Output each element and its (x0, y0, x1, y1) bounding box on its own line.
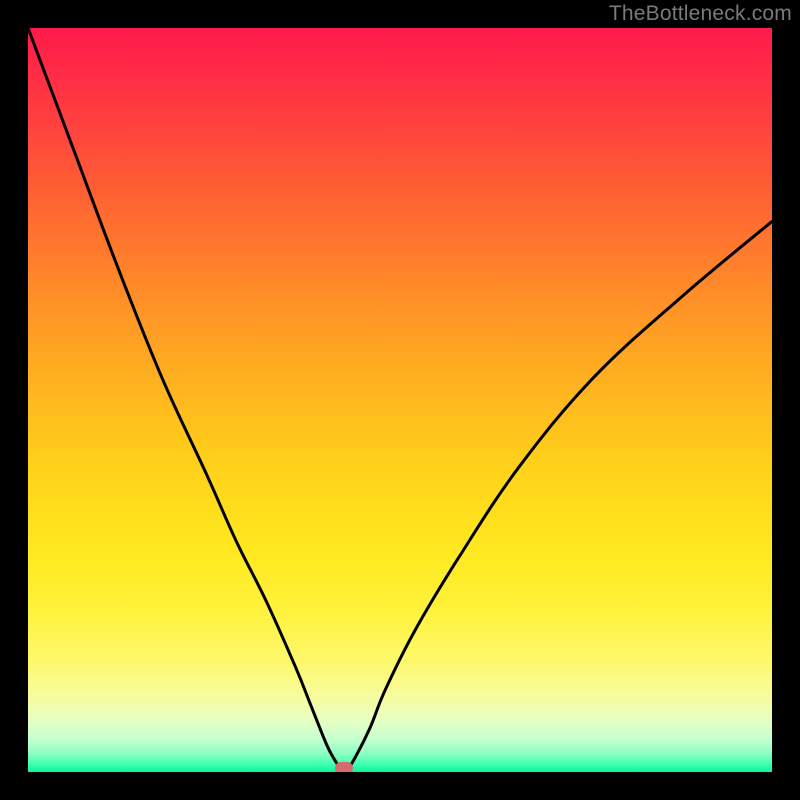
plot-area (28, 28, 772, 772)
chart-frame: TheBottleneck.com (0, 0, 800, 800)
bottleneck-curve (28, 28, 772, 772)
optimum-marker (335, 762, 353, 772)
watermark-text: TheBottleneck.com (609, 2, 792, 26)
